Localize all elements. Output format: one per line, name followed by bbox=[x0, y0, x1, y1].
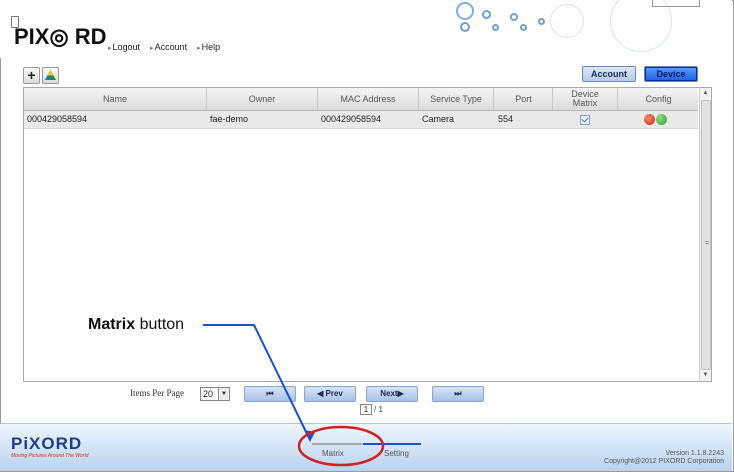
cell-port: 554 bbox=[498, 114, 514, 124]
next-page-button[interactable]: Next▶ bbox=[366, 386, 418, 402]
cell-mac: 000429058594 bbox=[321, 114, 382, 124]
footer: PiXORD Moving Pictures Around The World … bbox=[0, 423, 732, 471]
last-page-icon: ⏭ bbox=[454, 389, 462, 398]
matrix-tab-indicator bbox=[312, 443, 362, 445]
nav-logout-link[interactable]: ▸Logout bbox=[108, 42, 140, 52]
col-header-mac[interactable]: MAC Address bbox=[318, 88, 419, 110]
table-row[interactable]: 000429058594 fae-demo 000429058594 Camer… bbox=[24, 111, 698, 129]
prev-page-button[interactable]: ◀ Prev bbox=[304, 386, 356, 402]
col-header-label: Service Type bbox=[430, 93, 482, 104]
map-icon bbox=[45, 70, 56, 80]
tab-matrix[interactable]: Matrix bbox=[322, 449, 344, 458]
tab-account[interactable]: Account bbox=[582, 66, 636, 82]
col-header-name[interactable]: Name bbox=[24, 88, 207, 110]
table-scrollbar[interactable]: ▲ ▼ bbox=[699, 88, 711, 381]
version-info: Version 1.1.8.2243 Copyright@2012 PIXORD… bbox=[604, 450, 724, 466]
col-header-device-matrix[interactable]: Device Matrix bbox=[553, 88, 618, 110]
nav-help-link[interactable]: ▸Help bbox=[197, 42, 220, 52]
scroll-thumb[interactable] bbox=[701, 100, 711, 370]
col-header-label: Owner bbox=[248, 93, 276, 104]
cell-device-matrix bbox=[580, 111, 600, 128]
confirm-config-icon[interactable] bbox=[656, 114, 667, 126]
col-header-label: Config bbox=[645, 93, 672, 104]
col-header-config[interactable]: Config bbox=[619, 88, 698, 110]
nav-arrow-icon: ▸ bbox=[108, 45, 112, 52]
map-button[interactable] bbox=[42, 67, 59, 84]
nav-account-link[interactable]: ▸Account bbox=[150, 42, 187, 52]
nav-arrow-icon: ▸ bbox=[150, 45, 154, 52]
setting-tab-indicator bbox=[363, 443, 421, 445]
col-header-label: MAC Address bbox=[340, 93, 396, 104]
items-per-page-label: Items Per Page bbox=[130, 388, 184, 398]
scroll-up-icon[interactable]: ▲ bbox=[700, 88, 711, 98]
annotation-rest-text: button bbox=[135, 316, 185, 333]
pixord-logo: PIX◎ RD bbox=[11, 16, 107, 50]
scroll-down-icon[interactable]: ▼ bbox=[700, 370, 711, 380]
cell-owner: fae-demo bbox=[210, 114, 249, 124]
nav-account-label: Account bbox=[154, 42, 188, 52]
cell-service-type: Camera bbox=[422, 114, 455, 124]
copyright-text: Copyright@2012 PIXORD Corporation bbox=[604, 458, 724, 465]
next-page-label: Next▶ bbox=[380, 389, 404, 398]
cell-config bbox=[644, 111, 684, 128]
col-header-service-type[interactable]: Service Type bbox=[419, 88, 494, 110]
device-matrix-checkbox[interactable] bbox=[580, 114, 590, 125]
footer-logo: PiXORD bbox=[11, 434, 83, 453]
dropdown-arrow-icon: ▼ bbox=[218, 388, 229, 400]
page-total: / 1 bbox=[374, 405, 383, 414]
tab-device[interactable]: Device bbox=[644, 66, 698, 82]
col-header-label: Name bbox=[102, 93, 127, 104]
annotation-label: Matrix button bbox=[88, 316, 184, 334]
col-header-label: Port bbox=[515, 93, 532, 104]
annotation-bold-text: Matrix bbox=[88, 316, 136, 333]
items-per-page-value: 20 bbox=[203, 389, 214, 399]
col-header-label: Device Matrix bbox=[571, 89, 599, 108]
add-device-button[interactable]: + bbox=[23, 67, 40, 84]
last-page-button[interactable]: ⏭ bbox=[432, 386, 484, 402]
first-page-button[interactable]: ⏮ bbox=[244, 386, 296, 402]
plus-icon: + bbox=[27, 67, 36, 83]
first-page-icon: ⏮ bbox=[266, 389, 274, 398]
cell-name: 000429058594 bbox=[27, 114, 88, 124]
version-text: Version 1.1.8.2243 bbox=[665, 450, 724, 457]
edit-config-icon[interactable] bbox=[644, 114, 655, 126]
nav-logout-label: Logout bbox=[112, 42, 141, 52]
tab-setting[interactable]: Setting bbox=[384, 449, 409, 458]
device-table: Name Owner MAC Address Service Type Port… bbox=[23, 87, 712, 382]
table-header: Name Owner MAC Address Service Type Port… bbox=[24, 88, 698, 111]
nav-help-label: Help bbox=[201, 42, 221, 52]
header: PIX◎ RD ▸Logout ▸Account ▸Help bbox=[0, 0, 732, 58]
items-per-page-select[interactable]: 20 ▼ bbox=[200, 387, 230, 401]
logo-text: PIX◎ RD bbox=[14, 24, 107, 49]
prev-page-label: ◀ Prev bbox=[317, 389, 343, 398]
footer-tagline: Moving Pictures Around The World bbox=[11, 453, 89, 459]
header-bubbles-decoration bbox=[440, 0, 732, 58]
col-header-port[interactable]: Port bbox=[495, 88, 553, 110]
page-number-input[interactable]: 1 bbox=[360, 404, 372, 415]
logo-mark-icon bbox=[11, 16, 19, 28]
nav-arrow-icon: ▸ bbox=[197, 45, 201, 52]
top-nav: ▸Logout ▸Account ▸Help bbox=[108, 42, 220, 52]
col-header-owner[interactable]: Owner bbox=[207, 88, 318, 110]
